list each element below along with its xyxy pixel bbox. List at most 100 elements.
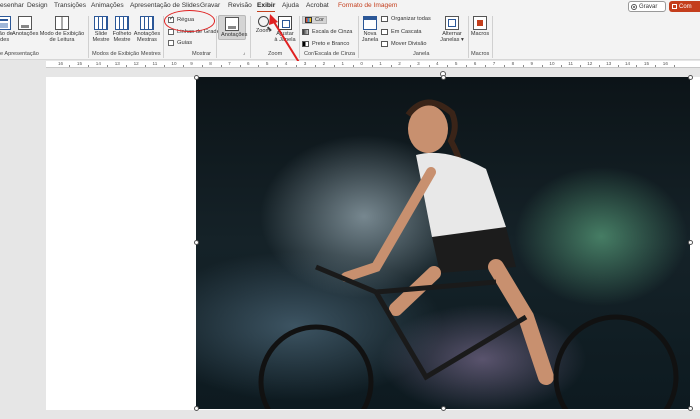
new-window-icon xyxy=(363,16,377,30)
resize-handle[interactable] xyxy=(688,240,693,245)
color-label: Cor xyxy=(315,17,325,23)
ruler-tick xyxy=(296,65,298,67)
color-button[interactable]: Cor xyxy=(302,16,328,24)
ruler-tick-label: 8 xyxy=(209,61,212,66)
resize-handle[interactable] xyxy=(194,240,199,245)
record-icon xyxy=(631,3,637,10)
tab-revisao[interactable]: Revisão xyxy=(228,2,252,9)
reading-view-button[interactable]: Modo de Exibição de Leitura xyxy=(38,16,86,44)
arrange-all-label: Organizar todas xyxy=(391,16,431,22)
ruler-tick xyxy=(145,65,147,67)
switch-windows-label: Alternar Janelas ▾ xyxy=(440,31,464,44)
selected-picture[interactable] xyxy=(196,77,690,409)
resize-handle[interactable] xyxy=(194,75,199,80)
ruler-tick xyxy=(371,65,373,67)
ribbon-tab-bar: esenhar Design Transições Animações Apre… xyxy=(0,0,700,13)
resize-handle[interactable] xyxy=(688,75,693,80)
fit-to-window-icon xyxy=(278,16,292,30)
normal-view-label: ção de ides xyxy=(0,31,13,44)
resize-handle[interactable] xyxy=(441,406,446,411)
macros-button[interactable]: Macros xyxy=(470,16,490,37)
tab-animacoes[interactable]: Animações xyxy=(91,2,124,9)
tab-ajuda[interactable]: Ajuda xyxy=(282,2,299,9)
record-button[interactable]: Gravar xyxy=(628,1,666,12)
ruler-tick xyxy=(541,65,543,67)
ruler-tick xyxy=(447,65,449,67)
cyclist-photo xyxy=(258,99,679,409)
grayscale-icon xyxy=(302,29,309,35)
resize-handle[interactable] xyxy=(441,75,446,80)
notes-pane-button[interactable]: Anotações xyxy=(218,15,248,41)
black-white-button[interactable]: Preto e Branco xyxy=(302,41,349,47)
tab-gravar[interactable]: Gravar xyxy=(200,2,220,9)
notes-master-button[interactable]: Anotações Mestras xyxy=(133,16,161,44)
arrange-all-button[interactable]: Organizar todas xyxy=(381,16,431,22)
ruler-tick xyxy=(390,65,392,67)
ruler-tick-label: 2 xyxy=(322,61,326,66)
record-button-label: Gravar xyxy=(639,3,658,10)
ruler-tick xyxy=(409,65,411,67)
ruler-tick-label: 11 xyxy=(568,61,574,66)
zoom-button[interactable]: Zoom xyxy=(253,16,273,34)
ruler-tick xyxy=(504,65,506,67)
move-split-icon xyxy=(381,41,388,47)
tab-exibir[interactable]: Exibir xyxy=(257,2,276,12)
notes-master-icon xyxy=(140,16,154,30)
ruler-tick-label: 5 xyxy=(454,61,458,66)
new-window-button[interactable]: Nova Janela xyxy=(360,16,380,44)
slide-view-icon xyxy=(0,16,11,30)
ruler-tick xyxy=(182,65,184,67)
macros-icon xyxy=(473,16,487,30)
switch-windows-icon xyxy=(445,16,459,30)
move-split-button[interactable]: Mover Divisão xyxy=(381,41,426,47)
cascade-label: Em Cascata xyxy=(391,29,422,35)
ruler-tick-label: 4 xyxy=(284,61,288,66)
ruler-tick xyxy=(352,65,354,67)
cascade-button[interactable]: Em Cascata xyxy=(381,29,421,35)
tab-formato-de-imagem[interactable]: Formato de Imagem xyxy=(338,2,397,9)
powerpoint-window: esenhar Design Transições Animações Apre… xyxy=(0,0,700,419)
tab-design[interactable]: Design xyxy=(27,2,48,9)
handout-master-button[interactable]: Folheto Mestre xyxy=(111,16,133,44)
share-icon xyxy=(672,4,677,9)
color-icon xyxy=(305,17,312,23)
tab-desenhar[interactable]: esenhar xyxy=(0,2,24,9)
ruler-tick-label: 3 xyxy=(417,61,420,66)
grayscale-button[interactable]: Escala de Cinza xyxy=(302,29,352,35)
group-label-janela: Janela xyxy=(413,51,430,57)
zoom-icon xyxy=(257,16,269,27)
ruler-tick-label: 11 xyxy=(152,61,158,66)
normal-view-button[interactable]: ção de ides xyxy=(0,16,13,44)
resize-handle[interactable] xyxy=(688,406,693,411)
tab-apresentacao-de-slides[interactable]: Apresentação de Slides xyxy=(130,2,200,9)
ruler-tick-label: 3 xyxy=(303,61,307,66)
handout-master-icon xyxy=(115,16,129,30)
notes-pane-label: Anotações xyxy=(221,32,248,38)
macros-label: Macros xyxy=(470,31,490,37)
tab-acrobat[interactable]: Acrobat xyxy=(306,2,329,9)
dialog-launcher-icon[interactable]: ⌟ xyxy=(243,50,245,56)
resize-handle[interactable] xyxy=(194,406,199,411)
slide-master-button[interactable]: Slide Mestre xyxy=(90,16,112,44)
ruler-tick-label: 12 xyxy=(587,61,593,66)
ruler-tick-label: 10 xyxy=(549,61,555,66)
ruler-tick-label: 13 xyxy=(114,61,120,66)
tab-transicoes[interactable]: Transições xyxy=(54,2,86,9)
ruler-tick xyxy=(466,65,468,67)
switch-windows-button[interactable]: Alternar Janelas ▾ xyxy=(436,16,468,44)
group-separator xyxy=(88,16,89,58)
notes-page-button[interactable]: Anotações xyxy=(12,16,38,37)
reading-view-label: Modo de Exibição de Leitura xyxy=(39,31,85,44)
notes-master-label: Anotações Mestras xyxy=(133,31,161,44)
share-button[interactable]: Com xyxy=(669,1,700,12)
grayscale-label: Escala de Cinza xyxy=(312,29,353,35)
ruler-tick xyxy=(88,65,90,67)
ruler-tick xyxy=(655,65,657,67)
ruler-tick xyxy=(485,65,487,67)
group-separator xyxy=(216,16,217,58)
fit-to-window-button[interactable]: Ajustar à Janela xyxy=(272,16,298,44)
horizontal-ruler[interactable]: 16 15 14 13 12 11 10 9 8 7 6 5 4 3 2 1 0 1 2 3 4 5 6 7 8 9 10 11 12 1… xyxy=(46,61,700,68)
guides-checkbox[interactable]: Guias xyxy=(168,40,192,46)
ruler-tick-label: 4 xyxy=(436,61,439,66)
ruler-tick xyxy=(107,65,109,67)
